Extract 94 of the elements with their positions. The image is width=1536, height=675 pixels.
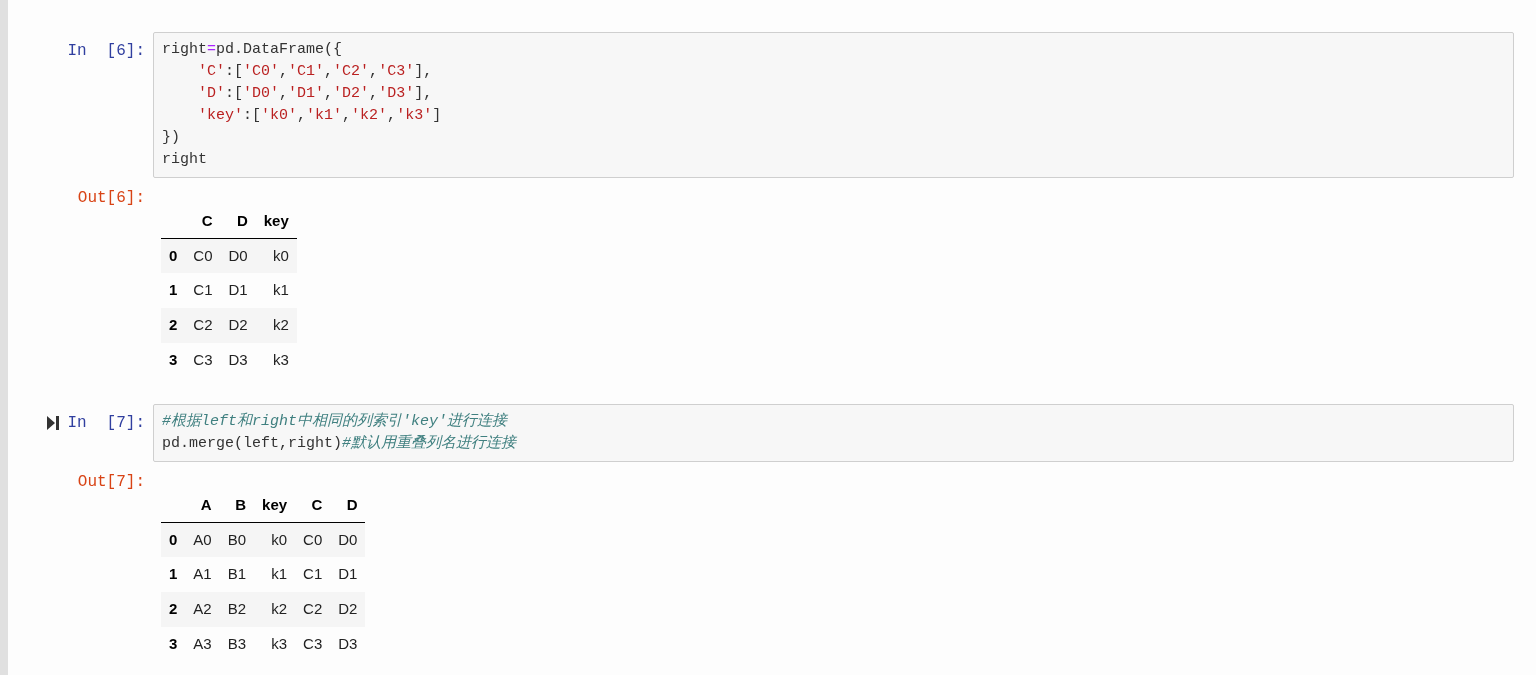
row-index: 0: [169, 530, 178, 548]
code-token: 'C': [198, 63, 225, 80]
table-cell: B1: [227, 565, 247, 583]
code-token: right: [162, 151, 207, 168]
table-cell: A2: [193, 600, 212, 618]
table-cell: k3: [271, 635, 288, 653]
table-cell: B2: [227, 600, 247, 618]
code-token: 'D': [198, 85, 225, 102]
table-cell: C3: [193, 351, 213, 369]
code-comment: #默认用重叠列名进行连接: [342, 435, 517, 452]
table-cell: D3: [228, 351, 248, 369]
code-token: 'k1': [306, 107, 343, 124]
code-token: 'D0': [243, 85, 280, 102]
column-header: C: [311, 495, 323, 513]
code-comment: #根据left和right中相同的列索引'key'进行连接: [162, 413, 508, 430]
execution-count: [6]:: [106, 41, 145, 62]
code-token: pd.merge(left,right): [162, 435, 343, 452]
input-prompt-label: In: [67, 41, 87, 62]
column-header: D: [236, 211, 248, 229]
table-cell: A0: [193, 530, 212, 548]
table-cell: D1: [228, 281, 248, 299]
code-token: ,: [279, 63, 289, 80]
code-token: ,: [279, 85, 289, 102]
table-cell: D0: [338, 530, 358, 548]
code-token: :[: [225, 85, 244, 102]
column-header: key: [263, 211, 289, 229]
table-cell: k2: [271, 600, 288, 618]
code-token: 'k2': [351, 107, 388, 124]
code-token: 'C1': [288, 63, 325, 80]
table-cell: C0: [193, 246, 213, 264]
code-editor[interactable]: right=pd.DataFrame({ 'C':['C0','C1','C2','C3'], 'D':['D0','D1','D2','D3'], 'key':['k0','k1','k2','k3'] }) right: [153, 32, 1514, 178]
column-header: B: [235, 495, 247, 513]
column-header: D: [346, 495, 358, 513]
code-token: ,: [387, 107, 397, 124]
code-token: ,: [342, 107, 352, 124]
table-cell: D0: [228, 246, 248, 264]
code-token: 'C0': [243, 63, 280, 80]
table-cell: C1: [193, 281, 213, 299]
code-token: 'C3': [378, 63, 415, 80]
table-cell: A3: [193, 635, 212, 653]
code-token: ,: [369, 63, 379, 80]
code-token: 'k0': [261, 107, 298, 124]
code-token: ],: [414, 63, 433, 80]
table-cell: D2: [228, 316, 248, 334]
row-index: 0: [169, 246, 178, 264]
table-cell: k3: [272, 351, 289, 369]
code-token: ,: [324, 85, 334, 102]
column-header: C: [201, 211, 213, 229]
table-cell: C2: [303, 600, 323, 618]
table-cell: k0: [272, 246, 289, 264]
row-index: 3: [169, 351, 178, 369]
column-header: A: [200, 495, 212, 513]
code-token: 'D2': [333, 85, 370, 102]
table-cell: A1: [193, 565, 212, 583]
table-cell: C3: [303, 635, 323, 653]
input-prompt-label: In: [67, 413, 87, 434]
code-token: 'C2': [333, 63, 370, 80]
table-cell: B0: [227, 530, 247, 548]
column-header: key: [262, 495, 288, 513]
code-token: ,: [369, 85, 379, 102]
code-token: :[: [243, 107, 262, 124]
code-token: ],: [414, 85, 433, 102]
code-token: 'D3': [378, 85, 415, 102]
table-cell: C2: [193, 316, 213, 334]
table-cell: C1: [303, 565, 323, 583]
code-token: right: [162, 41, 207, 58]
table-cell: B3: [227, 635, 247, 653]
table-cell: C0: [303, 530, 323, 548]
table-cell: k1: [272, 281, 289, 299]
code-token: }): [162, 129, 180, 146]
code-token: =: [207, 41, 217, 58]
table-cell: D1: [338, 565, 358, 583]
table-cell: k1: [271, 565, 288, 583]
row-index: 1: [169, 281, 178, 299]
code-token: 'D1': [288, 85, 325, 102]
code-token: pd.DataFrame({: [216, 41, 343, 58]
table-cell: k2: [272, 316, 289, 334]
code-token: ,: [324, 63, 334, 80]
table-cell: k0: [271, 530, 288, 548]
code-token: ,: [297, 107, 307, 124]
code-editor[interactable]: #根据left和right中相同的列索引'key'进行连接 pd.merge(left,right)#默认用重叠列名进行连接: [153, 404, 1514, 462]
code-token: :[: [225, 63, 244, 80]
row-index: 3: [169, 635, 178, 653]
row-index: 2: [169, 600, 178, 618]
execution-count: [7]:: [106, 413, 145, 434]
row-index: 2: [169, 316, 178, 334]
output-prompt-label: Out[7]:: [77, 472, 145, 493]
code-token: ]: [432, 107, 442, 124]
code-token: 'k3': [396, 107, 433, 124]
table-cell: D3: [338, 635, 358, 653]
row-index: 1: [169, 565, 178, 583]
table-cell: D2: [338, 600, 358, 618]
output-prompt-label: Out[6]:: [77, 188, 145, 209]
code-token: 'key': [198, 107, 243, 124]
